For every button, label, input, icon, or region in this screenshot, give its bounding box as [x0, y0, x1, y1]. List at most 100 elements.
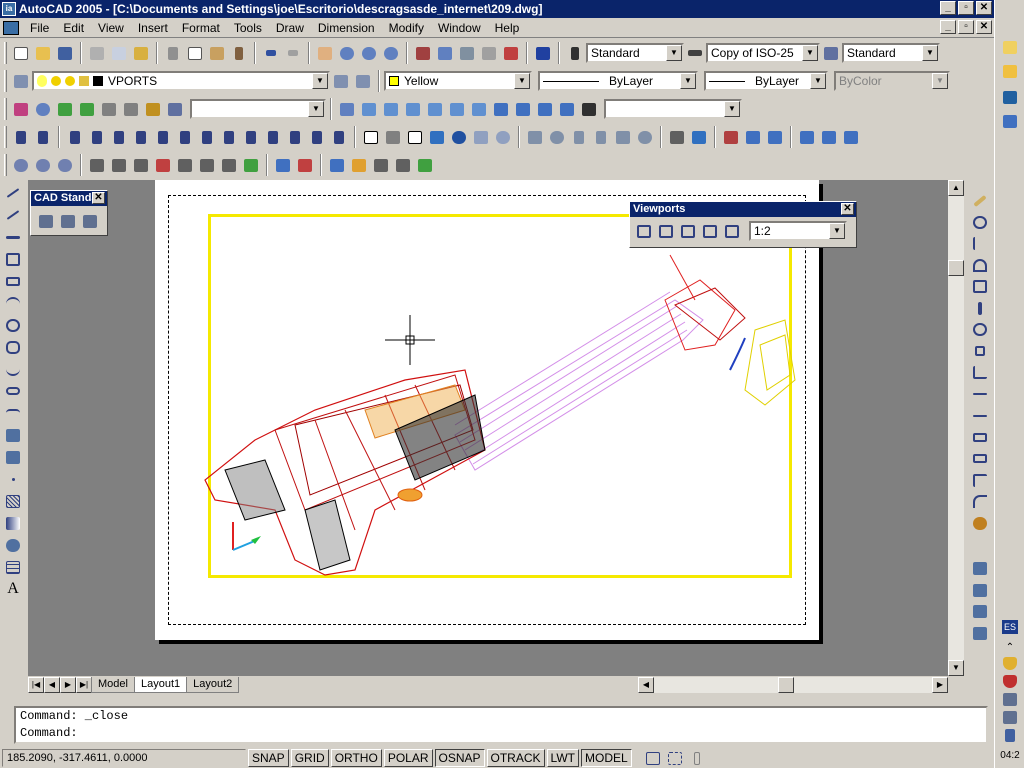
- menu-help[interactable]: Help: [488, 19, 527, 37]
- horizontal-scroll-thumb[interactable]: [778, 677, 794, 693]
- hide-button[interactable]: [361, 127, 381, 147]
- flat-edges-button[interactable]: [471, 127, 491, 147]
- line-tool[interactable]: [3, 183, 23, 203]
- render-preferences-button[interactable]: [165, 99, 185, 119]
- box-button[interactable]: [525, 127, 545, 147]
- linetype-combo[interactable]: ByLayer ▼: [538, 71, 698, 91]
- horizontal-scrollbar[interactable]: ◀ ▶: [638, 677, 948, 693]
- network-icon[interactable]: [1000, 690, 1020, 708]
- scroll-left-button[interactable]: ◀: [638, 677, 654, 693]
- minimize-button[interactable]: _: [940, 1, 956, 15]
- setup-drawing-button[interactable]: [797, 127, 817, 147]
- move-tool[interactable]: [970, 298, 990, 320]
- ucs-previous-button[interactable]: [109, 127, 129, 147]
- se-iso-view-button[interactable]: [513, 99, 533, 119]
- copy-button[interactable]: [185, 43, 205, 63]
- zoom-window-button[interactable]: [359, 43, 379, 63]
- command-input-line[interactable]: Command:: [16, 725, 986, 742]
- dim-style-icon[interactable]: [685, 43, 705, 63]
- menu-window[interactable]: Window: [431, 19, 488, 37]
- copy-edges-button[interactable]: [273, 155, 293, 175]
- plot-preview-button[interactable]: [109, 43, 129, 63]
- paste-button[interactable]: [207, 43, 227, 63]
- ucs-object-button[interactable]: [153, 127, 173, 147]
- scenes-button[interactable]: [99, 99, 119, 119]
- chevron-down-icon[interactable]: ▼: [666, 45, 682, 61]
- toolbar-grip[interactable]: [4, 126, 7, 148]
- toolbar-grip[interactable]: [4, 154, 7, 176]
- drawing-area[interactable]: [28, 180, 948, 676]
- linear-dimension-button[interactable]: [11, 127, 31, 147]
- toolbar-grip[interactable]: [4, 98, 7, 120]
- extend-tool[interactable]: [970, 405, 990, 427]
- region-tool[interactable]: [3, 535, 23, 555]
- wireframe-button[interactable]: [405, 127, 425, 147]
- toolbar-lock-icon[interactable]: [687, 748, 707, 768]
- autocad-app-icon[interactable]: ia: [2, 2, 16, 16]
- table-tool[interactable]: [3, 557, 23, 577]
- spline-tool[interactable]: [3, 359, 23, 379]
- otrack-toggle[interactable]: OTRACK: [486, 749, 545, 767]
- cut-button[interactable]: [163, 43, 183, 63]
- close-icon[interactable]: ✕: [841, 203, 854, 215]
- table-style-icon[interactable]: [821, 43, 841, 63]
- multiline-text-tool[interactable]: A: [3, 579, 23, 599]
- offset-tool[interactable]: [970, 255, 990, 277]
- top-view-button[interactable]: [359, 99, 379, 119]
- single-viewport-button[interactable]: [656, 221, 676, 241]
- undo-button[interactable]: [261, 43, 281, 63]
- intersect-button[interactable]: [55, 155, 75, 175]
- doc-minimize-button[interactable]: _: [940, 20, 956, 34]
- prev-tab-button[interactable]: ◀: [44, 677, 60, 693]
- menu-insert[interactable]: Insert: [131, 19, 175, 37]
- chevron-down-icon[interactable]: ▼: [802, 45, 818, 61]
- lineweight-combo[interactable]: ByLayer ▼: [704, 71, 828, 91]
- ucs-x-button[interactable]: [263, 127, 283, 147]
- ucs-y-button[interactable]: [285, 127, 305, 147]
- wedge-button[interactable]: [613, 127, 633, 147]
- torus-button[interactable]: [635, 127, 655, 147]
- move-faces-button[interactable]: [109, 155, 129, 175]
- close-button[interactable]: ✕: [976, 1, 992, 15]
- menu-view[interactable]: View: [91, 19, 131, 37]
- model-toggle[interactable]: MODEL: [580, 749, 632, 767]
- rectangle-tool[interactable]: [3, 271, 23, 291]
- nw-iso-view-button[interactable]: [557, 99, 577, 119]
- menu-modify[interactable]: Modify: [382, 19, 431, 37]
- properties-button[interactable]: [413, 43, 433, 63]
- menu-dimension[interactable]: Dimension: [311, 19, 382, 37]
- shade-button[interactable]: [383, 127, 403, 147]
- chevron-down-icon[interactable]: ▼: [514, 73, 530, 89]
- new-button[interactable]: [11, 43, 31, 63]
- document-icon[interactable]: [3, 20, 19, 35]
- materials-button[interactable]: [55, 99, 75, 119]
- hatch-tool[interactable]: [3, 491, 23, 511]
- ellipse-tool[interactable]: [3, 381, 23, 401]
- command-window[interactable]: Command: _close Command:: [14, 706, 988, 744]
- clean-button[interactable]: [349, 155, 369, 175]
- ucs-world-button[interactable]: [87, 127, 107, 147]
- view-name-combo[interactable]: ▼: [190, 99, 326, 119]
- ucs-origin-button[interactable]: [197, 127, 217, 147]
- zoom-previous-button[interactable]: [381, 43, 401, 63]
- maximize-viewport-icon[interactable]: [643, 748, 663, 768]
- chevron-down-icon[interactable]: ▼: [922, 45, 938, 61]
- make-object-layer-current-button[interactable]: [331, 71, 351, 91]
- zoom-realtime-button[interactable]: [337, 43, 357, 63]
- ucs-name-combo[interactable]: ▼: [604, 99, 742, 119]
- next-tab-button[interactable]: ▶: [60, 677, 76, 693]
- clock[interactable]: 04:2: [996, 746, 1024, 764]
- markup-set-button[interactable]: [501, 43, 521, 63]
- toolbar-grip[interactable]: [4, 42, 7, 64]
- shield-icon[interactable]: [1000, 672, 1020, 690]
- chevron-down-icon[interactable]: ▼: [308, 101, 324, 117]
- menu-edit[interactable]: Edit: [56, 19, 91, 37]
- configure-standards-button[interactable]: [36, 211, 56, 231]
- first-tab-button[interactable]: |◀: [28, 677, 44, 693]
- ucs-view-button[interactable]: [175, 127, 195, 147]
- language-indicator[interactable]: ES: [1002, 620, 1018, 634]
- ellipse-arc-tool[interactable]: [3, 403, 23, 423]
- viewport-scale-combo[interactable]: 1:2 ▼: [749, 221, 847, 241]
- close-icon[interactable]: ✕: [92, 192, 105, 204]
- layer-manager-button[interactable]: [11, 71, 31, 91]
